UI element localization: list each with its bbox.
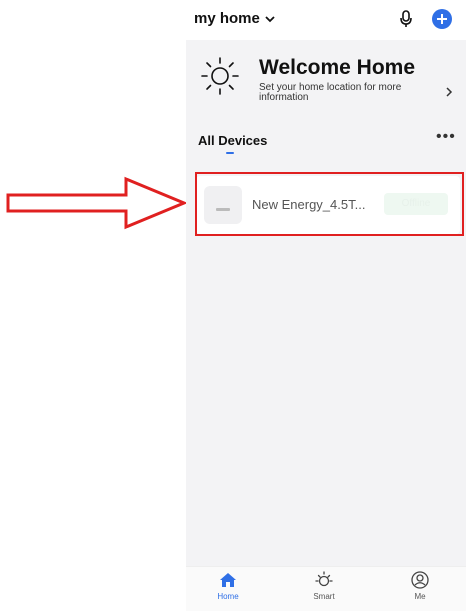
more-icon[interactable]: ••• <box>436 128 456 146</box>
all-devices-tab[interactable]: All Devices <box>198 133 267 148</box>
welcome-title: Welcome Home <box>259 56 415 79</box>
home-name[interactable]: my home <box>194 10 260 27</box>
tab-label: Me <box>414 592 426 601</box>
arrow-icon <box>6 176 188 230</box>
smart-icon <box>315 571 333 587</box>
chevron-down-icon[interactable] <box>263 12 277 26</box>
add-icon[interactable] <box>432 9 452 29</box>
welcome-banner[interactable]: Welcome Home Set your home location for … <box>186 40 466 120</box>
highlight-box <box>195 172 464 236</box>
top-bar: my home <box>186 0 466 40</box>
tab-label: Home <box>217 592 239 601</box>
welcome-subtitle: Set your home location for more informat… <box>259 82 402 103</box>
tab-home[interactable]: Home <box>198 569 258 601</box>
mic-icon[interactable] <box>398 9 414 29</box>
chevron-right-icon[interactable] <box>444 85 454 99</box>
home-icon <box>220 573 236 587</box>
tab-label: Smart <box>313 592 335 601</box>
phone-screen: my home Welcome Home Set your home locat… <box>186 0 466 611</box>
profile-icon <box>411 571 429 589</box>
tab-smart[interactable]: Smart <box>294 569 354 601</box>
tab-me[interactable]: Me <box>390 569 450 601</box>
sun-icon <box>201 57 239 95</box>
tab-indicator <box>226 152 234 154</box>
bottom-tab-bar: Home Smart Me <box>186 566 466 611</box>
